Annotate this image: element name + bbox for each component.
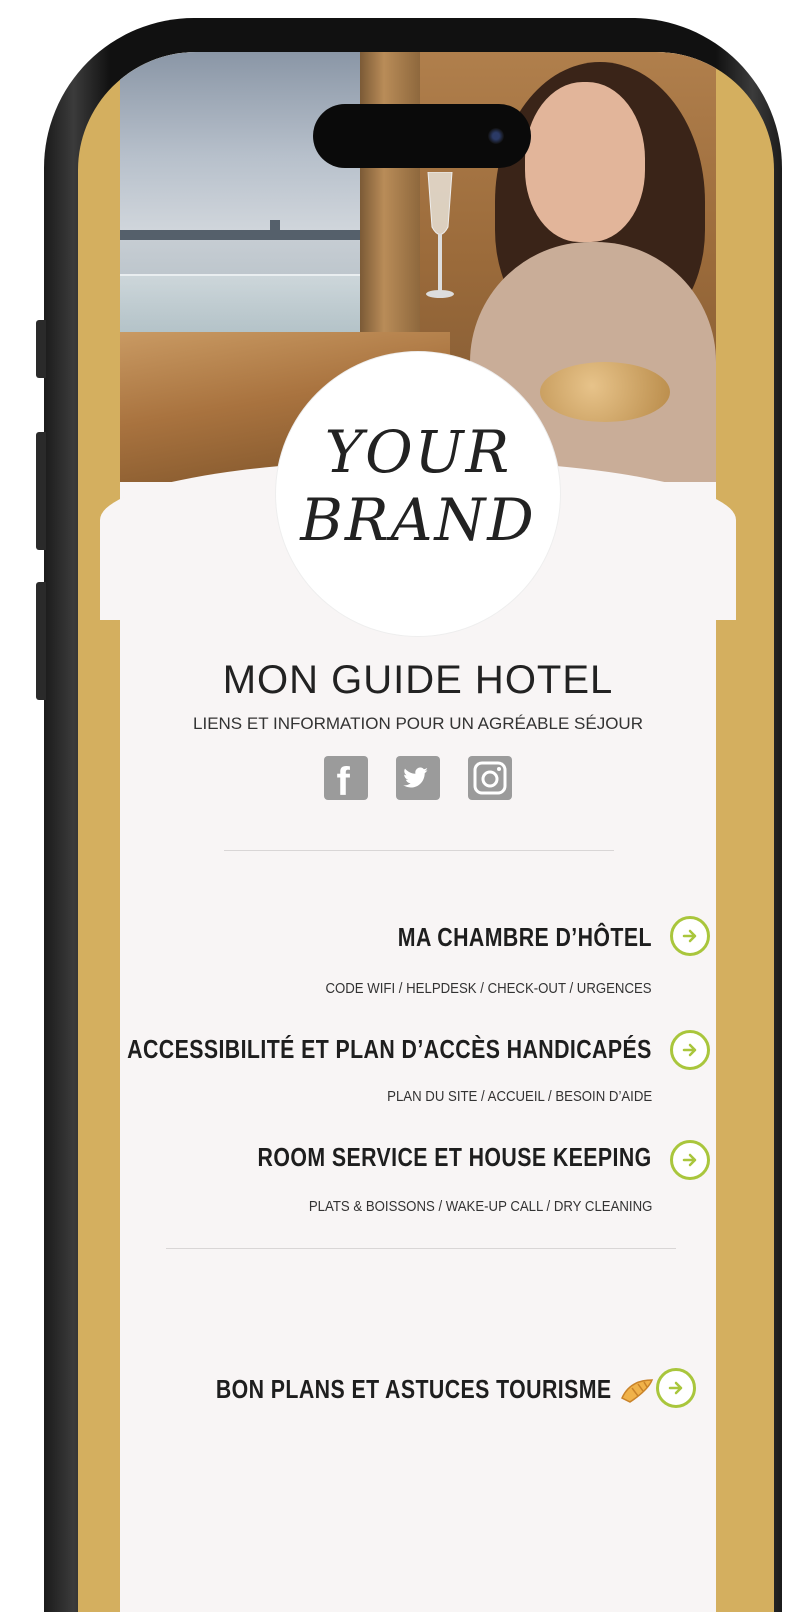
wine-glass-icon (426, 172, 454, 298)
volume-down-button (36, 582, 46, 700)
arrow-right-icon[interactable] (670, 1140, 710, 1180)
brand-line-1: YOUR (324, 418, 512, 486)
brand-logo[interactable]: YOUR BRAND (276, 352, 560, 636)
divider-bottom (166, 1248, 676, 1249)
menu-item-title: ROOM SERVICE ET HOUSE KEEPING (257, 1142, 652, 1172)
mute-switch (36, 320, 46, 378)
instagram-icon[interactable] (468, 756, 513, 800)
menu-item-subtitle: PLATS & BOISSONS / WAKE-UP CALL / DRY CL… (308, 1198, 652, 1215)
volume-up-button (36, 432, 46, 550)
arrow-right-icon[interactable] (656, 1368, 696, 1408)
arrow-right-icon[interactable] (670, 1030, 710, 1070)
facebook-icon[interactable]: f (323, 756, 368, 804)
croissant-icon (621, 1379, 654, 1403)
twitter-icon[interactable] (396, 756, 440, 800)
camera-icon (488, 128, 504, 144)
brand-line-2: BRAND (300, 486, 536, 554)
menu-item-subtitle: CODE WIFI / HELPDESK / CHECK-OUT / URGEN… (325, 980, 652, 997)
divider-top (224, 850, 614, 851)
croissant-basket (540, 362, 670, 422)
menu-item-title: MA CHAMBRE D’HÔTEL (397, 922, 652, 952)
social-links: f (120, 756, 716, 804)
page-subtitle: LIENS ET INFORMATION POUR UN AGRÉABLE SÉ… (193, 714, 643, 733)
page-content: YOUR BRAND MON GUIDE HOTEL LIENS ET INFO… (100, 52, 736, 1612)
menu-item-title: BON PLANS ET ASTUCES TOURISME (216, 1374, 612, 1404)
menu-item-title: ACCESSIBILITÉ ET PLAN D’ACCÈS HANDICAPÉS (127, 1034, 652, 1064)
page-title: MON GUIDE HOTEL (222, 658, 614, 702)
phone-screen: YOUR BRAND MON GUIDE HOTEL LIENS ET INFO… (78, 52, 774, 1612)
menu-item-subtitle: PLAN DU SITE / ACCUEIL / BESOIN D’AIDE (386, 1088, 652, 1105)
arrow-right-icon[interactable] (670, 916, 710, 956)
facebook-glyph: f (336, 760, 350, 804)
